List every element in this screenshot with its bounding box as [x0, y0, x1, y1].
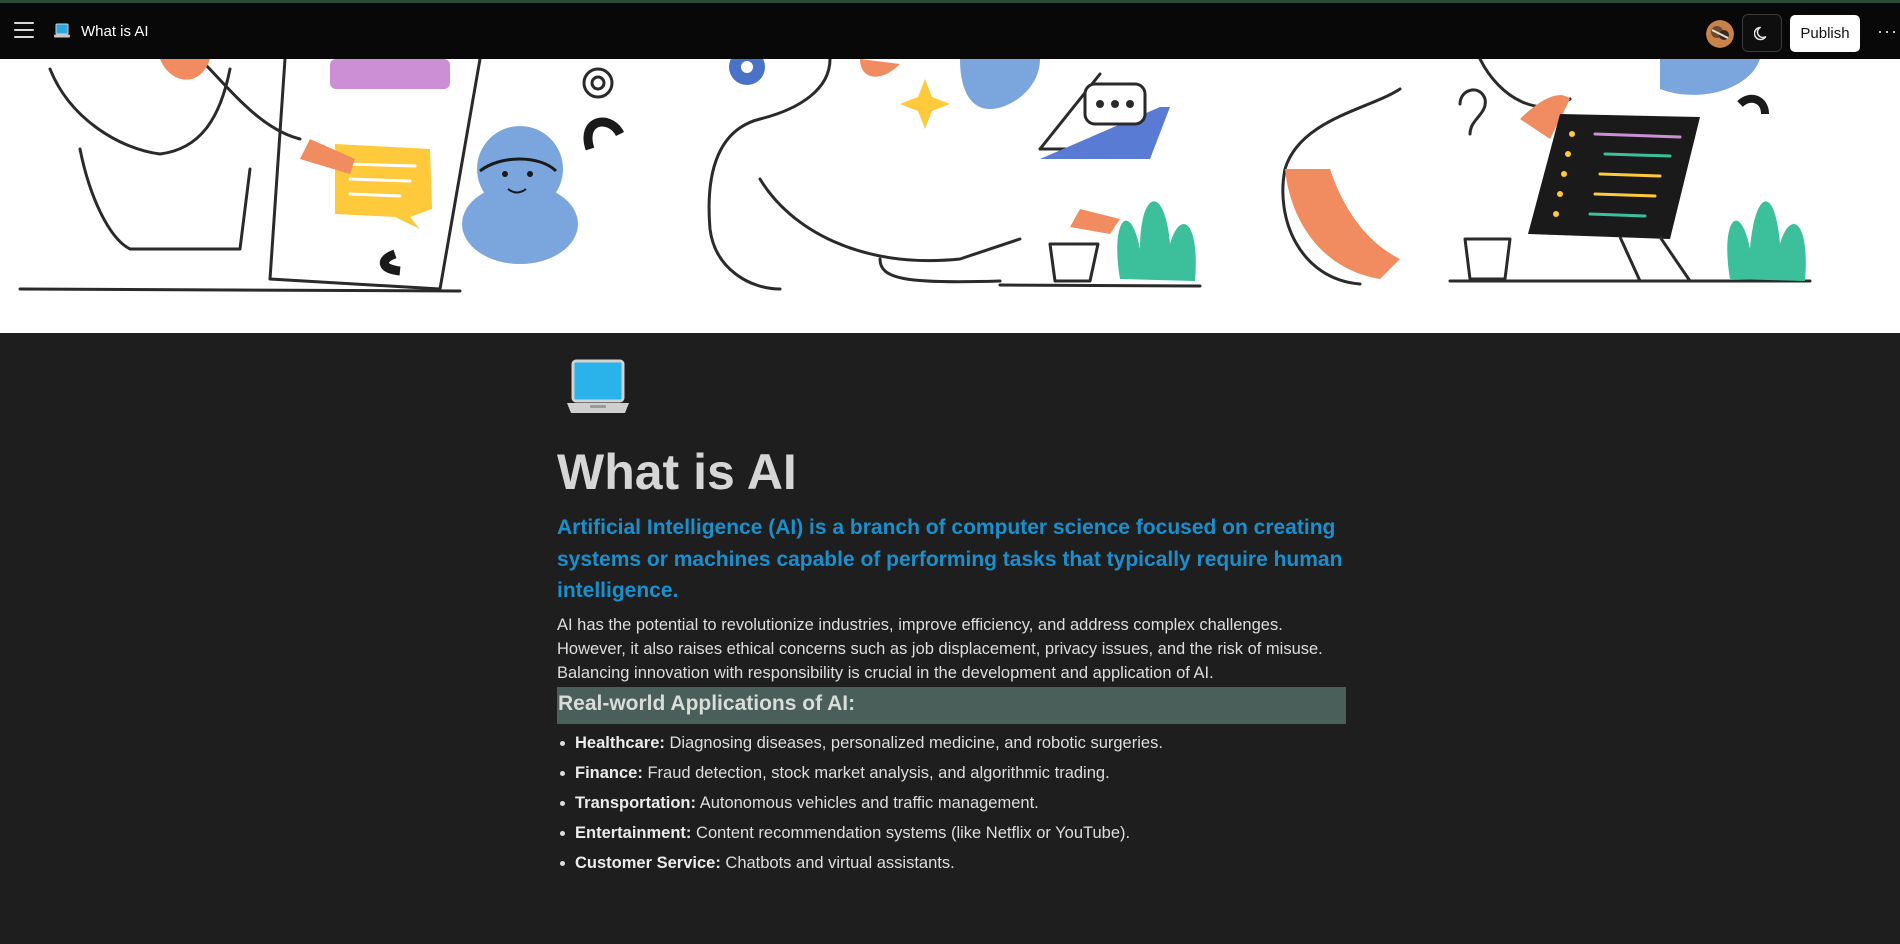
list-item-desc: Autonomous vehicles and traffic manageme…	[696, 794, 1039, 812]
breadcrumb-page-title[interactable]: What is AI	[81, 23, 149, 40]
list-item-term: Finance:	[575, 764, 643, 782]
applications-list: Healthcare: Diagnosing diseases, persona…	[557, 728, 1347, 878]
list-item-term: Healthcare:	[575, 734, 665, 752]
list-item-term: Transportation:	[575, 794, 697, 812]
cover-illustration	[18, 59, 1812, 293]
list-item[interactable]: Healthcare: Diagnosing diseases, persona…	[557, 728, 1347, 758]
section-heading[interactable]: Real-world Applications of AI:	[557, 687, 1346, 724]
cover-image	[0, 59, 1900, 333]
list-item[interactable]: Entertainment: Content recommendation sy…	[557, 818, 1347, 848]
page-title[interactable]: What is AI	[557, 443, 797, 501]
intro-paragraph[interactable]: AI has the potential to revolutionize in…	[557, 613, 1347, 685]
list-item[interactable]: Transportation: Autonomous vehicles and …	[557, 788, 1347, 818]
menu-icon[interactable]	[14, 22, 34, 40]
list-item-term: Customer Service:	[575, 854, 721, 872]
list-item-term: Entertainment:	[575, 824, 692, 842]
publish-button[interactable]: Publish	[1790, 15, 1860, 52]
list-item[interactable]: Customer Service: Chatbots and virtual a…	[557, 848, 1347, 878]
list-item-desc: Content recommendation systems (like Net…	[691, 824, 1131, 842]
theme-toggle-button[interactable]	[1742, 14, 1782, 52]
laptop-icon[interactable]	[565, 355, 631, 421]
list-item-desc: Fraud detection, stock market analysis, …	[642, 764, 1110, 782]
laptop-icon	[54, 23, 70, 38]
lead-heading[interactable]: Artificial Intelligence (AI) is a branch…	[557, 512, 1347, 607]
more-options-icon[interactable]: ···	[1877, 21, 1898, 41]
moon-icon	[1754, 26, 1767, 41]
avatar[interactable]	[1706, 20, 1734, 48]
list-item[interactable]: Finance: Fraud detection, stock market a…	[557, 758, 1347, 788]
list-item-desc: Chatbots and virtual assistants.	[720, 854, 955, 872]
list-item-desc: Diagnosing diseases, personalized medici…	[664, 734, 1163, 752]
top-bar: What is AI Publish ···	[0, 0, 1900, 59]
